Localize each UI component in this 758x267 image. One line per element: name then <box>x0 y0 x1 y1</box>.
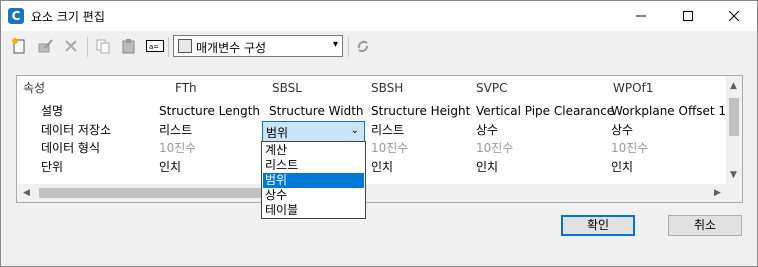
data-storage-selected: 범위 <box>266 126 289 140</box>
dropdown-option-selected[interactable]: 범위 <box>263 173 364 188</box>
grid-cell[interactable]: Structure Length <box>159 102 260 120</box>
row-label: 단위 <box>41 160 64 174</box>
edit-parameter-button[interactable] <box>35 36 55 56</box>
svg-text:a=: a= <box>149 43 159 51</box>
paste-icon <box>122 39 135 54</box>
close-button[interactable] <box>711 1 757 31</box>
parameters-grid: 속성 FTh SBSL SBSH SVPC WPOf1 설명 Structure… <box>16 75 743 203</box>
toolbar-separator <box>348 37 349 57</box>
parameter-config-icon <box>178 39 192 53</box>
parameter-config-combo[interactable]: 매개변수 구성 ▾ <box>173 35 343 57</box>
parameter-config-value: 매개변수 구성 <box>196 41 267 55</box>
refresh-button[interactable] <box>353 36 373 56</box>
row-label: 설명 <box>41 104 64 118</box>
chevron-down-icon: ▾ <box>332 39 338 50</box>
grid-cell[interactable]: 10진수 <box>371 139 408 157</box>
edit-part-sizes-dialog: C 요소 크기 편집 a= 매개변수 구성 ▾ 속성 FTh SBSL SBSH… <box>0 0 758 267</box>
column-header[interactable]: SBSL <box>272 76 302 100</box>
vertical-scroll-thumb[interactable] <box>729 98 739 136</box>
dropdown-option[interactable]: 테이블 <box>263 203 364 218</box>
grid-cell[interactable]: 인치 <box>611 158 633 176</box>
grid-cell[interactable]: Structure Width <box>269 102 364 120</box>
app-icon: C <box>8 8 24 24</box>
grid-cell[interactable]: 10진수 <box>611 139 648 157</box>
toolbar-separator <box>168 37 169 57</box>
scroll-up-icon[interactable]: ▲ <box>730 81 737 91</box>
delete-button[interactable] <box>61 36 81 56</box>
grid-cell[interactable]: 리스트 <box>159 121 192 139</box>
data-storage-dropdown[interactable]: 범위 ⌄ <box>262 121 365 142</box>
horizontal-scrollbar[interactable]: ◀ ▶ <box>17 184 742 202</box>
data-storage-options: 계산 리스트 범위 상수 테이블 <box>261 141 366 219</box>
row-label: 데이터 저장소 <box>41 123 112 137</box>
window-title: 요소 크기 편집 <box>31 10 105 24</box>
minimize-button[interactable] <box>618 1 664 31</box>
refresh-icon <box>357 40 368 52</box>
grid-cell[interactable]: 인치 <box>371 158 393 176</box>
grid-cell[interactable]: 상수 <box>476 121 498 139</box>
row-header-label: 속성 <box>23 81 46 95</box>
horizontal-scroll-thumb[interactable] <box>39 188 299 198</box>
close-icon <box>729 11 739 21</box>
new-document-icon <box>12 38 25 54</box>
grid-cell[interactable]: 인치 <box>476 158 498 176</box>
grid-cell[interactable]: 10진수 <box>476 139 513 157</box>
row-label: 데이터 형식 <box>41 141 101 155</box>
paste-button[interactable] <box>119 36 139 56</box>
column-header[interactable]: WPOf1 <box>613 76 653 100</box>
toolbar-separator <box>87 37 88 57</box>
dropdown-option[interactable]: 계산 <box>263 143 364 158</box>
delete-icon <box>65 40 77 52</box>
cancel-button[interactable]: 취소 <box>668 215 742 236</box>
minimize-icon <box>636 15 646 17</box>
column-header[interactable]: FTh <box>175 76 197 100</box>
dropdown-option[interactable]: 리스트 <box>263 158 364 173</box>
column-header[interactable]: SBSH <box>371 76 403 100</box>
scroll-left-icon[interactable]: ◀ <box>23 188 30 198</box>
scroll-right-icon[interactable]: ▶ <box>714 188 721 198</box>
title-bar: C 요소 크기 편집 <box>1 1 757 31</box>
grid-cell[interactable]: Vertical Pipe Clearance <box>476 102 614 120</box>
variable-button[interactable]: a= <box>145 36 165 56</box>
ok-button[interactable]: 확인 <box>561 215 635 236</box>
grid-cell[interactable]: Structure Height <box>371 102 470 120</box>
new-parameter-button[interactable] <box>9 36 29 56</box>
variable-icon: a= <box>146 40 164 52</box>
scroll-down-icon[interactable]: ▼ <box>730 170 737 180</box>
grid-cell[interactable]: 상수 <box>611 121 633 139</box>
vertical-scrollbar[interactable]: ▲ ▼ <box>726 76 742 186</box>
column-header[interactable]: SVPC <box>476 76 507 100</box>
grid-cell[interactable]: 리스트 <box>371 121 404 139</box>
grid-cell[interactable]: Workplane Offset 1 <box>611 102 726 120</box>
edit-icon <box>38 39 53 53</box>
copy-icon <box>96 39 110 54</box>
chevron-down-icon: ⌄ <box>350 125 359 136</box>
toolbar: a= 매개변수 구성 ▾ <box>1 31 757 63</box>
grid-cell[interactable]: 10진수 <box>159 139 196 157</box>
copy-button[interactable] <box>93 36 113 56</box>
dropdown-option[interactable]: 상수 <box>263 188 364 203</box>
maximize-icon <box>683 11 693 21</box>
grid-cell[interactable]: 인치 <box>159 158 181 176</box>
maximize-button[interactable] <box>665 1 711 31</box>
